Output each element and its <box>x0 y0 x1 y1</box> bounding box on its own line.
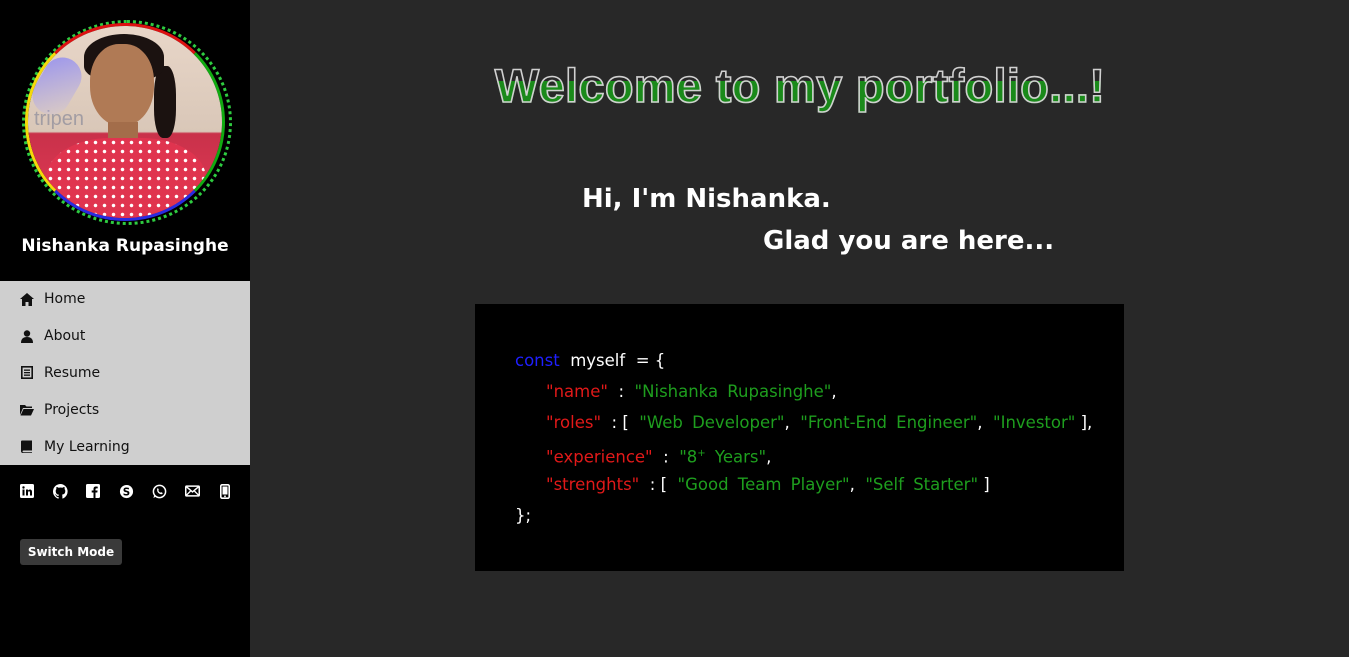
avatar-face <box>90 44 154 126</box>
linkedin-icon[interactable] <box>18 482 36 500</box>
sidebar-item-label: Projects <box>44 401 100 418</box>
sidebar-item-about[interactable]: About <box>0 318 250 355</box>
code-value-role: "Investor" <box>992 413 1076 432</box>
sidebar-item-label: Home <box>44 291 86 308</box>
code-value-name: "Nishanka Rupasinghe" <box>634 382 832 401</box>
code-key-strengths: "strenghts" <box>546 475 640 494</box>
code-content: const myself = { "name" : "Nishanka Rupa… <box>515 346 1092 532</box>
code-value-role: "Web Developer" <box>639 413 785 432</box>
facebook-icon[interactable] <box>84 482 102 500</box>
avatar-dress <box>46 138 206 218</box>
code-value-strength: "Self Starter" <box>865 475 979 494</box>
avatar-hair-tail <box>154 66 176 138</box>
code-line-4: "experience" : "8+ Years", <box>546 447 772 467</box>
code-key-name: "name" <box>546 382 608 401</box>
sidebar-nav: Home About Resume Projects My Learning <box>0 281 250 465</box>
whatsapp-icon[interactable] <box>150 482 168 500</box>
avatar: tripen <box>28 26 222 218</box>
code-assign: = { <box>635 351 666 370</box>
welcome-heading: Welcome to my portfolio...! <box>476 58 1124 113</box>
code-block: const myself = { "name" : "Nishanka Rupa… <box>475 304 1124 571</box>
greeting-line-2: Glad you are here... <box>763 226 1055 256</box>
code-key-roles: "roles" <box>546 413 602 432</box>
code-close: }; <box>515 506 532 525</box>
mail-icon[interactable] <box>183 482 201 500</box>
code-value-experience: "8 <box>679 447 698 467</box>
user-icon <box>19 328 35 344</box>
sidebar-item-home[interactable]: Home <box>0 281 250 318</box>
code-keyword: const <box>515 351 560 370</box>
sidebar-item-projects[interactable]: Projects <box>0 391 250 428</box>
github-icon[interactable] <box>51 482 69 500</box>
sidebar-item-my-learning[interactable]: My Learning <box>0 428 250 465</box>
sidebar-item-label: My Learning <box>44 438 130 455</box>
code-line-1: const myself = { <box>515 346 1092 377</box>
skype-icon[interactable]: S <box>117 482 135 500</box>
code-line-5: "strenghts" : [ "Good Team Player", "Sel… <box>546 475 990 494</box>
home-icon <box>19 291 35 307</box>
switch-mode-button[interactable]: Switch Mode <box>20 539 122 565</box>
book-icon <box>19 439 35 455</box>
code-value-experience-sup: + <box>697 448 706 459</box>
social-links: S <box>18 482 249 500</box>
sidebar-item-label: About <box>44 328 86 345</box>
svg-text:S: S <box>122 486 129 498</box>
code-line-3: "roles" : [ "Web Developer", "Front-End … <box>546 413 1093 432</box>
sidebar-item-resume[interactable]: Resume <box>0 355 250 392</box>
code-line-6: }; <box>515 501 1092 532</box>
code-value-experience-rest: Years" <box>705 447 767 467</box>
code-key-experience: "experience" <box>546 447 653 467</box>
folder-icon <box>19 402 35 418</box>
phone-icon[interactable] <box>216 482 234 500</box>
sidebar-item-label: Resume <box>44 364 101 381</box>
code-variable: myself <box>570 351 626 370</box>
code-value-strength: "Good Team Player" <box>677 475 850 494</box>
sidebar: tripen Nishanka Rupasinghe Home About Re… <box>0 0 250 657</box>
code-line-2: "name" : "Nishanka Rupasinghe", <box>546 382 837 401</box>
greeting-line-1: Hi, I'm Nishanka. <box>582 184 831 214</box>
code-value-role: "Front-End Engineer" <box>800 413 978 432</box>
document-icon <box>19 365 35 381</box>
profile-name: Nishanka Rupasinghe <box>21 236 229 256</box>
